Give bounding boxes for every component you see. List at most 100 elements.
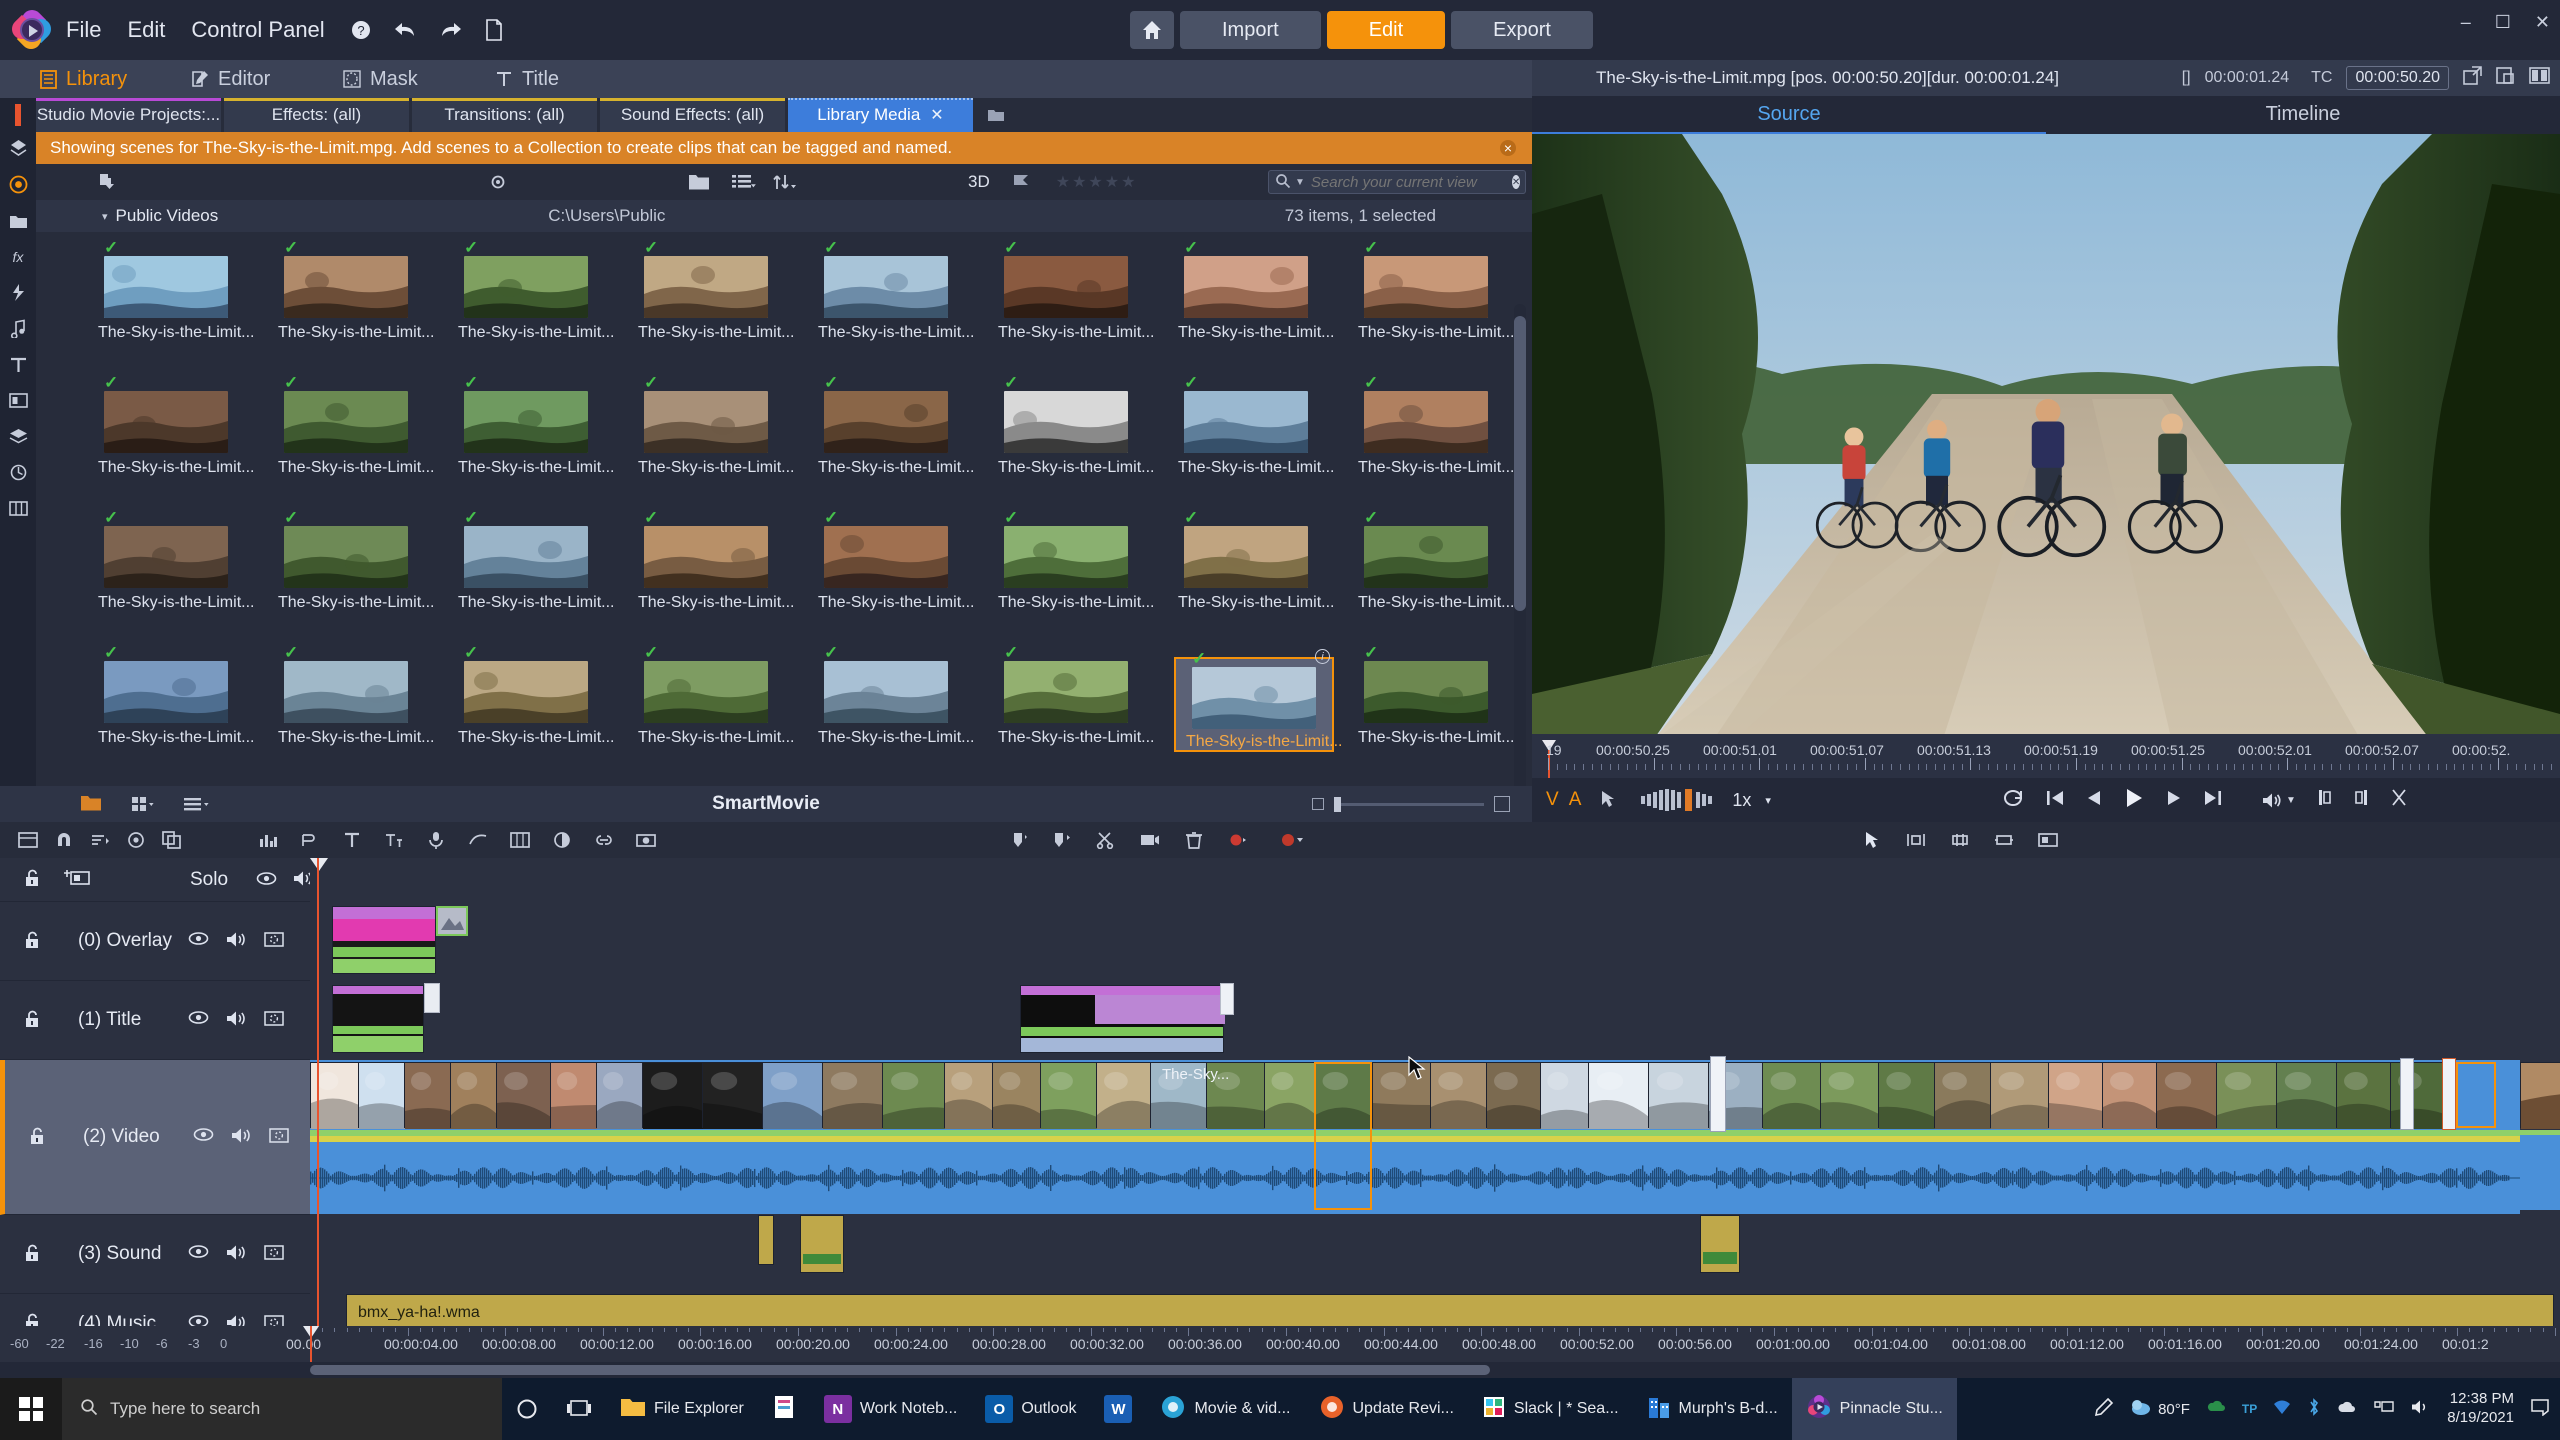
track-size-icon[interactable] — [90, 831, 110, 849]
video-clip-thumb[interactable] — [1990, 1062, 2048, 1128]
video-clip-thumb[interactable] — [882, 1062, 944, 1128]
video-trim-handle-3[interactable] — [2442, 1058, 2456, 1130]
import-button[interactable]: Import — [1180, 11, 1321, 49]
tab-mask[interactable]: Mask — [342, 68, 494, 91]
tp-icon[interactable]: TP — [2242, 1402, 2257, 1416]
title-clip-2[interactable] — [1020, 985, 1224, 1053]
library-vscroll-thumb[interactable] — [1514, 316, 1526, 611]
tab-title[interactable]: Title — [494, 68, 646, 91]
help-icon[interactable]: ? — [351, 20, 371, 40]
video-clip-thumb[interactable] — [822, 1062, 882, 1128]
scene-detect-icon[interactable] — [488, 172, 508, 192]
taskbar-item-9[interactable]: Pinnacle Stu... — [1792, 1378, 1957, 1440]
zoom-slider[interactable] — [1334, 803, 1484, 806]
slide-icon[interactable] — [1994, 831, 2014, 849]
timeline-ruler[interactable]: -60-22-16-10-6-3000.0000:00:04.0000:00:0… — [0, 1326, 2560, 1362]
video-toggle[interactable]: V — [1546, 789, 1559, 811]
library-vscrollbar[interactable] — [1514, 304, 1526, 864]
smartmovie-label[interactable]: SmartMovie — [0, 793, 1532, 815]
volume-icon[interactable]: ▼ — [2262, 792, 2296, 809]
video-clip-thumb[interactable] — [1878, 1062, 1934, 1128]
library-thumb[interactable]: ✓The-Sky-is-the-Limit... — [86, 236, 266, 371]
library-thumb[interactable]: ✓The-Sky-is-the-Limit... — [626, 371, 806, 506]
category-sound-effects[interactable]: Sound Effects: (all) — [600, 98, 785, 132]
link-icon[interactable] — [126, 831, 146, 849]
banner-close-icon[interactable]: × — [1500, 140, 1516, 156]
library-thumb[interactable]: ✓The-Sky-is-the-Limit... — [986, 236, 1166, 371]
eye-icon[interactable] — [188, 931, 209, 951]
library-thumb[interactable]: ✓The-Sky-is-the-Limit... — [1346, 506, 1526, 641]
link-clip-icon[interactable] — [594, 831, 614, 849]
timeline-clips-area[interactable]: The-Sky...The-Sky-is-the...03.26The-Sky-… — [310, 858, 2560, 1326]
timeline-hscroll-thumb[interactable] — [310, 1365, 1490, 1375]
library-thumb[interactable]: ✓The-Sky-is-the-Limit... — [986, 371, 1166, 506]
project-bin-icon[interactable] — [0, 130, 36, 166]
tab-source[interactable]: Source — [1532, 96, 2046, 134]
eye-all-icon[interactable] — [256, 871, 277, 889]
video-clip-thumb[interactable] — [1588, 1062, 1648, 1128]
video-clip-thumb[interactable] — [2048, 1062, 2102, 1128]
category-library-media[interactable]: Library Media ✕ — [788, 98, 973, 132]
category-transitions[interactable]: Transitions: (all) — [412, 98, 597, 132]
taskbar-item-1[interactable] — [758, 1378, 810, 1440]
video-clip-thumb[interactable] — [450, 1062, 496, 1128]
camera-icon[interactable] — [1140, 831, 1160, 849]
grid-icon[interactable] — [510, 831, 530, 849]
video-clip-thumb[interactable] — [1264, 1062, 1314, 1128]
library-thumb[interactable]: ✓The-Sky-is-the-Limit... — [806, 371, 986, 506]
titles-icon[interactable] — [0, 346, 36, 382]
video-clip-thumb[interactable] — [702, 1062, 762, 1128]
library-thumb[interactable]: ✓The-Sky-is-the-Limit... — [626, 641, 806, 776]
video-clip-thumb[interactable] — [642, 1062, 702, 1128]
volume-icon[interactable] — [2411, 1399, 2431, 1419]
weather-temp[interactable]: 80°F — [2158, 1401, 2190, 1418]
jump-end-icon[interactable] — [2204, 790, 2222, 811]
monitor-icon[interactable] — [264, 931, 284, 951]
step-forward-icon[interactable] — [2166, 790, 2182, 811]
speaker-icon[interactable] — [226, 1010, 247, 1030]
video-clip-thumb[interactable] — [1540, 1062, 1588, 1128]
scenes-icon[interactable] — [0, 454, 36, 490]
jump-start-icon[interactable] — [2046, 790, 2064, 811]
taskbar-item-7[interactable]: Slack | * Sea... — [1468, 1378, 1633, 1440]
player-ruler[interactable]: 1900:00:50.2500:00:51.0100:00:51.0700:00… — [1532, 734, 2560, 778]
video-trim-handle-2[interactable] — [2400, 1058, 2414, 1130]
taskbar-item-0[interactable]: File Explorer — [606, 1378, 758, 1440]
screen-icon[interactable] — [2038, 831, 2058, 849]
effects-icon[interactable] — [0, 166, 36, 202]
library-thumb[interactable]: ✓The-Sky-is-the-Limit... — [266, 236, 446, 371]
close-icon[interactable]: ✕ — [930, 105, 943, 125]
library-thumb[interactable]: ✓The-Sky-is-the-Limit... — [86, 371, 266, 506]
magnet-icon[interactable] — [54, 831, 74, 849]
speed-caret-icon[interactable]: ▾ — [1765, 794, 1771, 807]
video-clip-thumb[interactable] — [1040, 1062, 1096, 1128]
transitions-icon[interactable] — [0, 274, 36, 310]
import-media-icon[interactable] — [98, 172, 118, 192]
monitor-icon[interactable] — [264, 1244, 284, 1264]
cloud-icon[interactable] — [2337, 1399, 2357, 1419]
scissors-icon[interactable] — [1096, 831, 1116, 849]
library-thumb[interactable]: ✓The-Sky-is-the-Limit... — [1166, 236, 1346, 371]
playback-speed[interactable]: 1x — [1732, 790, 1751, 811]
play-icon[interactable] — [2124, 787, 2144, 814]
pointer-icon[interactable] — [1599, 790, 1617, 811]
split-icon[interactable] — [2390, 789, 2408, 811]
search-box[interactable]: ▼ ✕ — [1268, 170, 1526, 194]
monitor-icon[interactable] — [264, 1010, 284, 1030]
menu-control-panel[interactable]: Control Panel — [191, 17, 324, 43]
video-clip-thumb[interactable] — [762, 1062, 822, 1128]
category-studio-movie-projects[interactable]: Studio Movie Projects:... — [36, 98, 221, 132]
color-icon[interactable] — [552, 831, 572, 849]
timeline-settings-icon[interactable] — [18, 831, 38, 849]
library-thumb-selected[interactable]: ✓iThe-Sky-is-the-Limit... — [1166, 641, 1346, 776]
timeline-hscrollbar[interactable] — [0, 1362, 2560, 1378]
sound-clip-2[interactable] — [800, 1215, 844, 1273]
library-thumb[interactable]: ✓The-Sky-is-the-Limit... — [626, 236, 806, 371]
speaker-icon[interactable] — [226, 1244, 247, 1264]
title-clip-1[interactable] — [332, 985, 424, 1053]
speaker-icon[interactable] — [226, 931, 247, 951]
taskbar-item-5[interactable]: Movie & vid... — [1146, 1378, 1304, 1440]
add-track-icon[interactable] — [64, 869, 90, 890]
list-view-icon[interactable] — [732, 173, 758, 191]
rating-stars[interactable]: ★★★★★ — [1056, 172, 1138, 192]
